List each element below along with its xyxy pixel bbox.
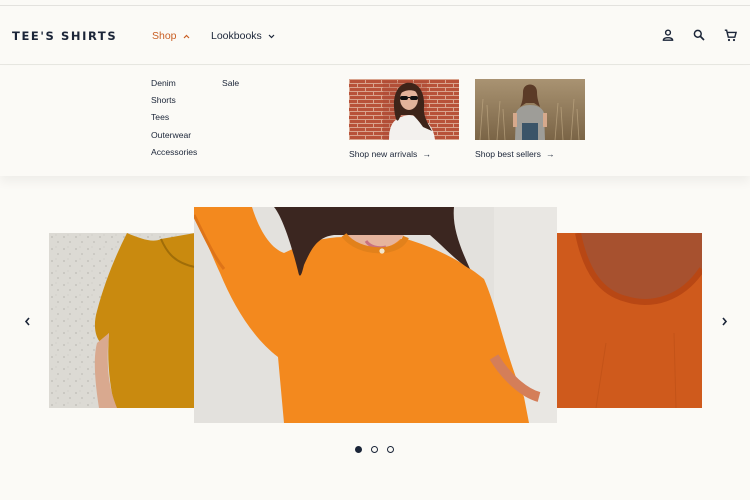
new-arrivals-image[interactable] xyxy=(349,79,459,140)
site-logo[interactable]: TEE'S SHIRTS xyxy=(12,29,117,43)
site-header: TEE'S SHIRTS Shop Lookbooks xyxy=(0,6,750,65)
carousel-slide-featured[interactable] xyxy=(194,207,557,423)
carousel-pagination xyxy=(355,446,394,453)
menu-item-sale[interactable]: Sale xyxy=(222,78,239,95)
chevron-up-icon xyxy=(183,30,190,42)
shop-new-arrivals-label: Shop new arrivals xyxy=(349,149,418,159)
shop-mega-menu: Denim Shorts Tees Outerwear Accessories … xyxy=(0,66,750,176)
shop-best-sellers-label: Shop best sellers xyxy=(475,149,541,159)
menu-item-denim[interactable]: Denim xyxy=(151,78,197,95)
carousel-slide-mustard-tee[interactable] xyxy=(49,233,195,408)
arrow-right-icon: → xyxy=(422,149,431,159)
arrow-right-icon: → xyxy=(545,149,555,159)
nav-lookbooks[interactable]: Lookbooks xyxy=(211,30,275,42)
account-icon[interactable] xyxy=(661,28,675,42)
sale-list: Sale xyxy=(222,78,239,95)
promo-best-sellers[interactable]: Shop best sellers → xyxy=(475,79,585,159)
category-list: Denim Shorts Tees Outerwear Accessories xyxy=(151,78,197,164)
cart-icon[interactable] xyxy=(723,28,737,42)
menu-item-accessories[interactable]: Accessories xyxy=(151,147,197,164)
nav-shop-label: Shop xyxy=(152,30,177,42)
chevron-left-icon[interactable] xyxy=(20,314,34,328)
chevron-right-icon[interactable] xyxy=(717,314,731,328)
menu-item-shorts[interactable]: Shorts xyxy=(151,95,197,112)
search-icon[interactable] xyxy=(692,28,706,42)
promo-new-arrivals[interactable]: Shop new arrivals → xyxy=(349,79,459,159)
menu-item-outerwear[interactable]: Outerwear xyxy=(151,130,197,147)
nav-lookbooks-label: Lookbooks xyxy=(211,30,262,42)
shop-best-sellers-link[interactable]: Shop best sellers → xyxy=(475,149,585,159)
menu-item-tees[interactable]: Tees xyxy=(151,112,197,129)
chevron-down-icon xyxy=(268,30,275,42)
carousel-dot-2[interactable] xyxy=(371,446,378,453)
nav-shop[interactable]: Shop xyxy=(152,30,190,42)
carousel-dot-3[interactable] xyxy=(387,446,394,453)
best-sellers-image[interactable] xyxy=(475,79,585,140)
shop-new-arrivals-link[interactable]: Shop new arrivals → xyxy=(349,149,459,159)
carousel-dot-1[interactable] xyxy=(355,446,362,453)
carousel-slide-orange-tee[interactable] xyxy=(556,233,702,408)
